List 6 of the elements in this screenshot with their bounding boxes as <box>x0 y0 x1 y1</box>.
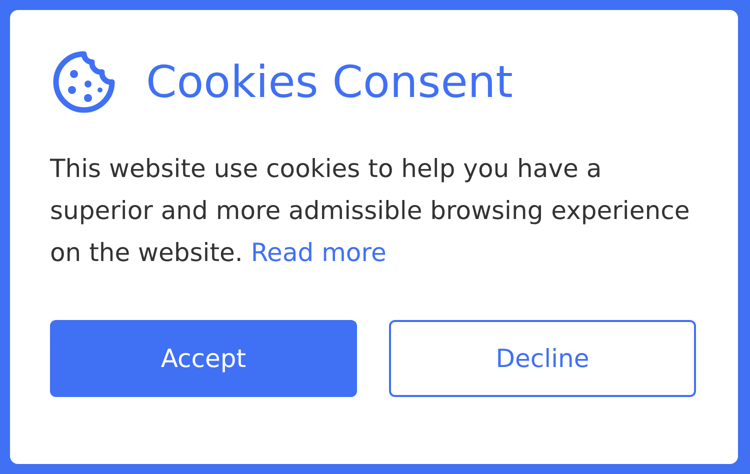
dialog-title: Cookies Consent <box>146 56 513 108</box>
read-more-link[interactable]: Read more <box>250 238 386 267</box>
cookie-icon <box>52 50 116 114</box>
decline-button[interactable]: Decline <box>389 320 696 397</box>
accept-button[interactable]: Accept <box>50 320 357 397</box>
consent-message: This website use cookies to help you have a superior and more admissible browsing experience on the website. Read more <box>50 153 691 269</box>
